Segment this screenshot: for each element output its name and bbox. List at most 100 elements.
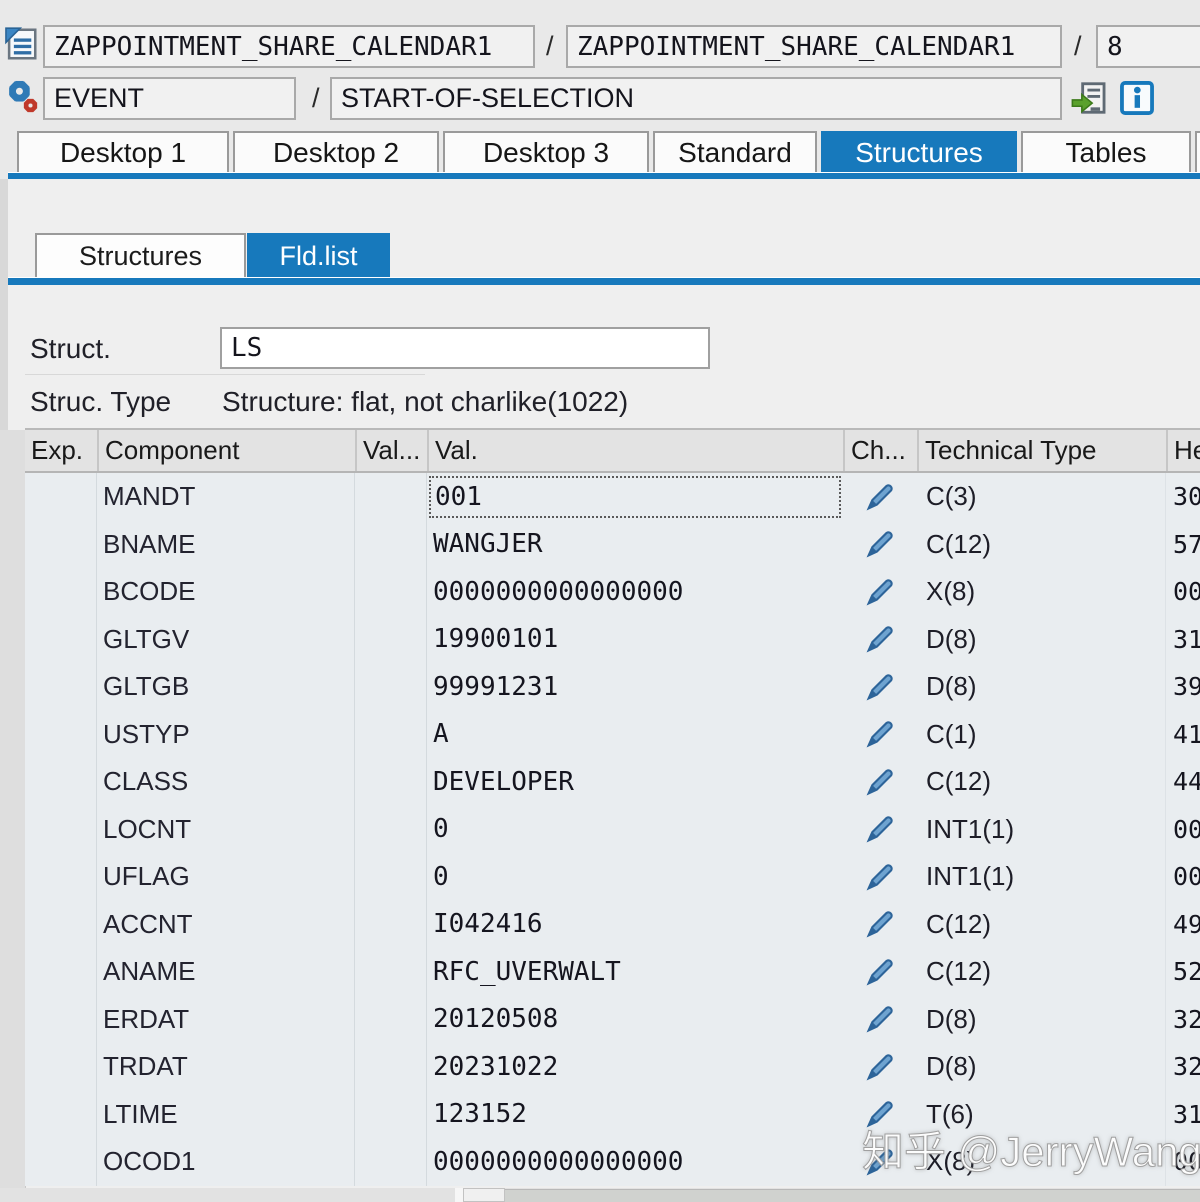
main-tab[interactable]: Standard [653, 131, 817, 172]
val-info-cell [355, 663, 427, 711]
main-tab[interactable]: O [1195, 131, 1200, 172]
pencil-edit-icon[interactable] [863, 955, 897, 989]
exp-cell [25, 568, 97, 616]
val-info-cell [355, 853, 427, 901]
value-cell[interactable]: 20120508 [427, 996, 843, 1044]
val-info-cell [355, 1138, 427, 1186]
hex-cell: 52 [1166, 948, 1200, 996]
hex-cell: 00 [1166, 806, 1200, 854]
scrollbar-thumb[interactable] [505, 1189, 1200, 1202]
component-cell: ERDAT [97, 996, 355, 1044]
exp-cell [25, 521, 97, 569]
table-row: GLTGB 99991231 D(8) 39 [25, 663, 1200, 711]
val-info-cell [355, 901, 427, 949]
value-cell[interactable]: 0000000000000000 [427, 568, 843, 616]
technical-type-cell: C(1) [917, 711, 1166, 759]
val-info-cell [355, 1091, 427, 1139]
value-cell[interactable]: 0 [427, 806, 843, 854]
pencil-edit-icon[interactable] [863, 812, 897, 846]
change-cell [843, 521, 917, 569]
main-tab[interactable]: Tables [1021, 131, 1191, 172]
change-cell [843, 568, 917, 616]
sub-tab-label: Fld.list [279, 241, 357, 272]
struct-input[interactable]: LS [220, 327, 710, 369]
pencil-edit-icon[interactable] [863, 1002, 897, 1036]
main-tab[interactable]: Desktop 3 [443, 131, 649, 172]
val-info-cell [355, 996, 427, 1044]
pencil-edit-icon[interactable] [863, 907, 897, 941]
gears-icon [2, 77, 40, 115]
pencil-edit-icon[interactable] [863, 1145, 897, 1179]
line-number-field[interactable]: 8 [1096, 25, 1200, 68]
value-cell[interactable]: 123152 [427, 1091, 843, 1139]
hex-cell: 44 [1166, 758, 1200, 806]
column-header-change: Ch... [843, 430, 917, 471]
program-field-1[interactable]: ZAPPOINTMENT_SHARE_CALENDAR1 [43, 25, 535, 68]
bottom-scrollbar-strip[interactable] [0, 1188, 1200, 1202]
change-cell [843, 473, 917, 521]
column-header-val: Val. [427, 430, 843, 471]
main-tab-label: Desktop 1 [60, 137, 186, 169]
component-cell: TRDAT [97, 1043, 355, 1091]
pencil-edit-icon[interactable] [863, 1050, 897, 1084]
table-row: BCODE 0000000000000000 X(8) 00 [25, 568, 1200, 616]
change-cell [843, 901, 917, 949]
value-cell[interactable]: 0 [427, 853, 843, 901]
value-cell[interactable]: 0000000000000000 [427, 1138, 843, 1186]
event-value-field[interactable]: START-OF-SELECTION [330, 77, 1062, 120]
pencil-edit-icon[interactable] [863, 527, 897, 561]
table-body: MANDT 001 C(3) 30 BNAME WANGJER [25, 473, 1200, 1186]
table-row: BNAME WANGJER C(12) 57 [25, 521, 1200, 569]
val-info-cell [355, 758, 427, 806]
table-row: TRDAT 20231022 D(8) 32 [25, 1043, 1200, 1091]
component-cell: LTIME [97, 1091, 355, 1139]
info-icon[interactable] [1118, 79, 1156, 117]
sub-tab[interactable]: Structures [35, 233, 246, 277]
struct-type-label: Struc. Type [30, 386, 171, 418]
value-cell[interactable]: 001 [429, 476, 841, 518]
main-tab[interactable]: Structures [821, 131, 1017, 172]
pencil-edit-icon[interactable] [863, 670, 897, 704]
value-cell[interactable]: DEVELOPER [427, 758, 843, 806]
scrollbar-segment[interactable] [463, 1188, 505, 1202]
sub-tab-strip: Structures Fld.list [0, 233, 1200, 277]
table-row: ERDAT 20120508 D(8) 32 [25, 996, 1200, 1044]
change-cell [843, 1043, 917, 1091]
column-header-component: Component [97, 430, 355, 471]
pencil-edit-icon[interactable] [863, 480, 897, 514]
val-info-cell [355, 616, 427, 664]
event-field[interactable]: EVENT [43, 77, 296, 120]
component-cell: ACCNT [97, 901, 355, 949]
hex-cell: 49 [1166, 901, 1200, 949]
program-field-2[interactable]: ZAPPOINTMENT_SHARE_CALENDAR1 [566, 25, 1062, 68]
value-cell[interactable]: 19900101 [427, 616, 843, 664]
change-cell [843, 853, 917, 901]
report-icon [2, 25, 40, 63]
step-list-icon[interactable] [1070, 79, 1108, 117]
value-cell[interactable]: RFC_UVERWALT [427, 948, 843, 996]
pencil-edit-icon[interactable] [863, 1097, 897, 1131]
value-cell[interactable]: A [427, 711, 843, 759]
main-tab[interactable]: Desktop 2 [233, 131, 439, 172]
pencil-edit-icon[interactable] [863, 575, 897, 609]
exp-cell [25, 711, 97, 759]
pencil-edit-icon[interactable] [863, 765, 897, 799]
val-info-cell [355, 1043, 427, 1091]
value-cell[interactable]: WANGJER [427, 521, 843, 569]
value-cell[interactable]: 20231022 [427, 1043, 843, 1091]
value-cell[interactable]: I042416 [427, 901, 843, 949]
pencil-edit-icon[interactable] [863, 622, 897, 656]
pencil-edit-icon[interactable] [863, 717, 897, 751]
technical-type-cell: T(6) [917, 1091, 1166, 1139]
value-cell[interactable]: 99991231 [427, 663, 843, 711]
main-tab[interactable]: Desktop 1 [17, 131, 229, 172]
table-row: LOCNT 0 INT1(1) 00 [25, 806, 1200, 854]
sub-tab[interactable]: Fld.list [247, 233, 390, 277]
change-cell [843, 711, 917, 759]
column-header-technical-type: Technical Type [917, 430, 1166, 471]
component-cell: MANDT [97, 473, 355, 521]
hex-cell: 00 [1166, 568, 1200, 616]
technical-type-cell: D(8) [917, 663, 1166, 711]
pencil-edit-icon[interactable] [863, 860, 897, 894]
table-left-gutter [0, 430, 26, 1188]
